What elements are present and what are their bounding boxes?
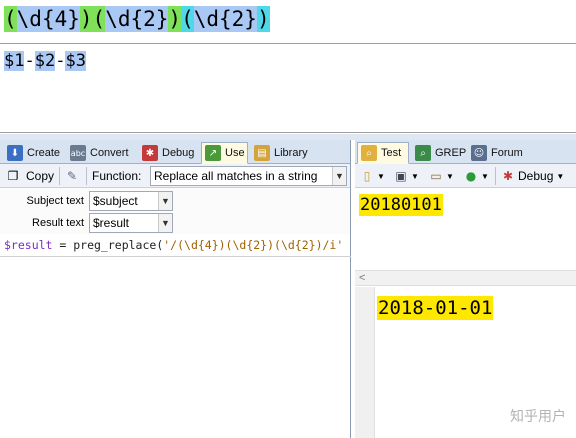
- paste-button[interactable]: ▭ ▼: [428, 167, 454, 185]
- debug-label: Debug: [518, 169, 554, 183]
- test-subject-text: 20180101: [359, 194, 443, 216]
- chevron-down-icon: ▼: [446, 171, 454, 181]
- tab-label: Create: [27, 147, 61, 159]
- function-label: Function:: [92, 169, 142, 183]
- tab-label: Forum: [491, 147, 523, 159]
- regex-token-group1: \d{4}: [16, 6, 80, 32]
- subject-text-label: Subject text: [26, 195, 84, 207]
- regex-token-close-paren: ): [256, 6, 270, 32]
- result-text-select[interactable]: $result ▼: [89, 213, 173, 233]
- horizontal-scrollbar[interactable]: <: [355, 270, 576, 286]
- chevron-down-icon: ▼: [556, 171, 565, 181]
- left-tab-bar: ⬇ Create abc Convert ✱ Debug ↗ Use ▤ Lib…: [0, 140, 350, 164]
- use-icon: ↗: [205, 145, 221, 161]
- regex-token-open-paren: (: [4, 6, 17, 32]
- regex-token-open-paren: (: [92, 6, 106, 32]
- edit-button[interactable]: ✎: [64, 167, 80, 185]
- right-panel: ⌕ Test ⌕ GREP ☺ Forum ▯ ▼ ▣ ▼ ▭ ▼ ● ▼ ✱ …: [355, 140, 576, 438]
- tab-label: Convert: [90, 147, 129, 159]
- replacement-token-literal: -: [24, 51, 35, 71]
- tab-label: Debug: [162, 147, 195, 159]
- chevron-down-icon[interactable]: ▼: [158, 192, 172, 210]
- paste-icon: ▭: [430, 169, 442, 183]
- tab-label: Use: [225, 147, 245, 159]
- chevron-down-icon: ▼: [377, 171, 385, 181]
- edit-icon: ✎: [66, 169, 78, 183]
- bug-icon: ✱: [142, 145, 158, 161]
- replacement-token-backref3: $3: [65, 51, 86, 71]
- regex-token-group2: \d{2}: [105, 6, 169, 32]
- divider: [0, 256, 351, 257]
- tab-grep[interactable]: ⌕ GREP: [412, 142, 466, 164]
- regex-token-open-paren: (: [181, 6, 194, 32]
- code-variable: $result: [4, 238, 53, 252]
- right-tab-bar: ⌕ Test ⌕ GREP ☺ Forum: [355, 140, 576, 164]
- replacement-token-backref2: $2: [34, 51, 56, 71]
- test-subject-editor[interactable]: 20180101: [355, 188, 576, 270]
- convert-icon: abc: [70, 145, 86, 161]
- highlight-button[interactable]: ● ▼: [463, 167, 489, 185]
- right-toolbar: ▯ ▼ ▣ ▼ ▭ ▼ ● ▼ ✱ Debug ▼: [355, 164, 576, 188]
- chevron-down-icon[interactable]: ▼: [158, 214, 172, 232]
- test-result-text: 2018-01-01: [377, 296, 494, 320]
- create-icon: ⬇: [7, 145, 23, 161]
- replacement-text: $1-$2-$3: [4, 50, 86, 72]
- replacement-token-literal: -: [55, 51, 66, 71]
- left-toolbar: ❐ Copy ✎ Function: Replace all matches i…: [0, 164, 350, 188]
- toolbar-divider: [86, 167, 87, 185]
- left-panel: ⬇ Create abc Convert ✱ Debug ↗ Use ▤ Lib…: [0, 140, 351, 438]
- tab-create[interactable]: ⬇ Create: [4, 142, 60, 164]
- tab-label: Library: [274, 147, 308, 159]
- result-text-value: $result: [93, 216, 130, 230]
- chevron-down-icon[interactable]: ▼: [332, 167, 346, 185]
- replacement-token-backref1: $1: [4, 51, 25, 71]
- library-icon: ▤: [254, 145, 270, 161]
- tab-debug[interactable]: ✱ Debug: [139, 142, 194, 164]
- code-pattern: '/(\d{4})(\d{2})(\d{2})/i': [163, 238, 344, 252]
- function-select[interactable]: Replace all matches in a string ▼: [150, 166, 347, 186]
- debug-button[interactable]: ✱ Debug ▼: [500, 167, 564, 185]
- watermark: 知乎用户: [510, 409, 566, 425]
- copy-icon: ❐: [7, 169, 19, 183]
- open-file-icon: ▯: [363, 169, 371, 183]
- tab-test[interactable]: ⌕ Test: [357, 142, 409, 164]
- parameters-form: Subject text $subject ▼ Result text $res…: [0, 188, 350, 234]
- open-button[interactable]: ▯ ▼: [359, 167, 385, 185]
- chevron-down-icon: ▼: [411, 171, 419, 181]
- subject-text-value: $subject: [93, 194, 138, 208]
- regex-editor[interactable]: (\d{4})(\d{2})(\d{2}): [0, 0, 576, 44]
- copy-button[interactable]: ❐ Copy: [5, 167, 54, 185]
- grep-icon: ⌕: [415, 145, 431, 161]
- test-icon: ⌕: [361, 145, 377, 161]
- regex-text: (\d{4})(\d{2})(\d{2}): [4, 6, 270, 32]
- function-value: Replace all matches in a string: [154, 169, 318, 183]
- result-gutter: [355, 287, 375, 438]
- save-button[interactable]: ▣ ▼: [393, 167, 419, 185]
- copy-label: Copy: [26, 169, 55, 183]
- chevron-down-icon: ▼: [481, 171, 489, 181]
- save-icon: ▣: [395, 169, 407, 183]
- code-call: = preg_replace(: [52, 238, 164, 252]
- green-circle-icon: ●: [465, 169, 477, 183]
- forum-icon: ☺: [471, 145, 487, 161]
- result-text-label: Result text: [32, 217, 84, 229]
- tab-use[interactable]: ↗ Use: [201, 142, 248, 164]
- toolbar-divider: [59, 167, 60, 185]
- tab-convert[interactable]: abc Convert: [67, 142, 129, 164]
- tab-library[interactable]: ▤ Library: [251, 142, 308, 164]
- scroll-left-icon[interactable]: <: [359, 272, 365, 284]
- toolbar-divider: [495, 167, 496, 185]
- generated-code[interactable]: $result = preg_replace('/(\d{4})(\d{2})(…: [4, 238, 343, 252]
- regex-token-close-paren: ): [168, 6, 182, 32]
- bug-icon: ✱: [502, 169, 514, 183]
- replacement-editor[interactable]: $1-$2-$3: [0, 45, 576, 133]
- tab-label: Test: [381, 147, 402, 159]
- regex-token-close-paren: ): [79, 6, 93, 32]
- tab-forum[interactable]: ☺ Forum: [468, 142, 523, 164]
- tab-label: GREP: [435, 147, 467, 159]
- regex-token-group3: \d{2}: [193, 6, 257, 32]
- subject-text-select[interactable]: $subject ▼: [89, 191, 173, 211]
